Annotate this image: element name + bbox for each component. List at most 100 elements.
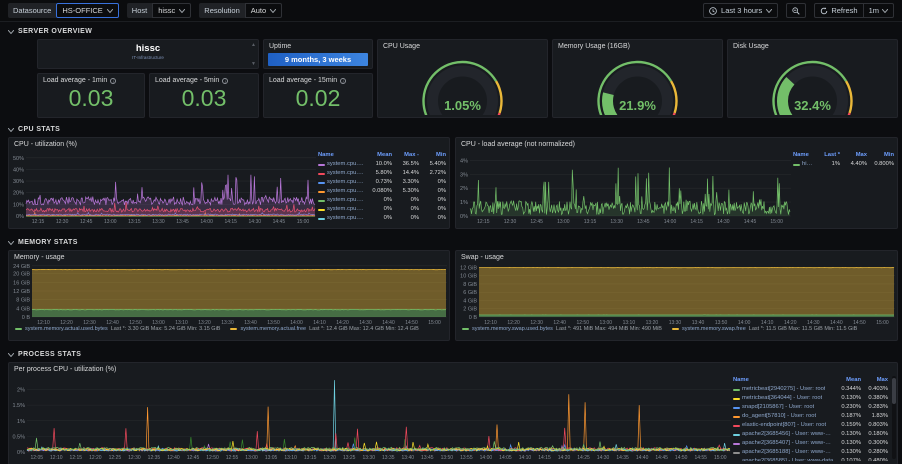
info-icon[interactable]: i — [222, 78, 228, 84]
legend-row[interactable]: apache2[368585] - User: www-data0.107%0.… — [733, 457, 888, 461]
legend-row[interactable]: system.cpu.softirq.pct0.73%3.30%0% — [318, 178, 446, 187]
legend-stat-value: 3.30% — [392, 178, 419, 187]
scrollbar-thumb[interactable] — [892, 378, 896, 404]
legend-column-header[interactable]: Name — [793, 151, 813, 160]
legend-row[interactable]: system.cpu.steal.pct0%0%0% — [318, 214, 446, 223]
panel-title[interactable]: Memory Usage (16GB) — [553, 40, 722, 51]
legend-row[interactable]: apache2[3685188] - User: www-data0.130%0… — [733, 448, 888, 457]
datasource-value: HS-OFFICE — [62, 6, 102, 15]
row-header-process-stats[interactable]: PROCESS STATS — [8, 349, 894, 360]
row-header-memory-stats[interactable]: MEMORY STATS — [8, 237, 894, 248]
series-name[interactable]: system.memory.actual.used.bytes — [25, 326, 108, 332]
swap-usage-chart[interactable]: 0 B2 GiB4 GiB6 GiB8 GiB10 GiB12 GiB12:10… — [456, 262, 897, 326]
legend-row[interactable]: hissc1%4.40%0.800% — [793, 160, 894, 169]
legend-item[interactable]: system.memory.swap.freeLast *: 11.5 GiB … — [672, 326, 857, 332]
legend-row[interactable]: system.cpu.nice.pct0%0%0% — [318, 205, 446, 214]
legend-item[interactable]: system.memory.actual.freeLast *: 12.4 Gi… — [230, 326, 418, 332]
panel-title[interactable]: Load average - 1mini — [38, 74, 144, 85]
legend-row[interactable]: apache2[3685407] - User: www-data0.130%0… — [733, 439, 888, 448]
panel-title[interactable]: CPU - load average (not normalized) — [456, 138, 897, 149]
panel-scrollbar[interactable]: ▲▼ — [250, 42, 257, 67]
legend-scrollbar[interactable] — [892, 376, 896, 459]
series-name[interactable]: system.cpu.nice.pct — [327, 205, 365, 214]
legend-stat-value: 1.83% — [861, 412, 888, 421]
series-name[interactable]: apache2[3685456] - User: www-data — [742, 430, 834, 439]
legend-item[interactable]: system.memory.swap.used.bytesLast *: 491… — [462, 326, 662, 332]
legend-column-header[interactable]: Max — [840, 151, 867, 160]
series-name[interactable]: metricbeat[364044] - User: root — [742, 394, 822, 403]
series-name[interactable]: system.memory.actual.free — [240, 326, 306, 332]
stat-value: 0.03 — [38, 85, 144, 111]
series-name[interactable]: system.cpu.softirq.pct — [327, 178, 365, 187]
legend-column-header[interactable]: Max - — [392, 151, 419, 160]
refresh-interval-select[interactable]: 1m — [863, 4, 893, 17]
panel-title[interactable]: CPU - utilization (%) — [9, 138, 449, 149]
panel-title[interactable]: CPU Usage — [378, 40, 547, 51]
panel-title[interactable]: Memory - usage — [9, 251, 449, 262]
series-name[interactable]: metricbeat[2940275] - User: root — [742, 385, 825, 394]
legend-row[interactable]: metricbeat[2940275] - User: root0.344%0.… — [733, 385, 888, 394]
panel-title[interactable]: Disk Usage — [728, 40, 897, 51]
series-name[interactable]: system.cpu.steal.pct — [327, 214, 365, 223]
legend-column-header[interactable]: Last * — [813, 151, 840, 160]
cpu-load-average-chart[interactable]: 0%1%2%3%4%12:1512:3012:4513:0013:1513:30… — [456, 149, 793, 225]
legend-row[interactable]: snapd[2105867] - User: root0.230%0.283% — [733, 403, 888, 412]
series-name[interactable]: apache2[3685407] - User: www-data — [742, 439, 834, 448]
legend-column-header[interactable]: Min — [419, 151, 446, 160]
series-name[interactable]: system.cpu.user.pct — [327, 160, 365, 169]
legend-column-header[interactable]: Mean — [365, 151, 392, 160]
legend-item[interactable]: system.memory.actual.used.bytesLast *: 3… — [15, 326, 220, 332]
resolution-select[interactable]: Auto — [245, 3, 282, 18]
series-name[interactable]: apache2[368585] - User: www-data — [742, 457, 833, 461]
legend-row[interactable]: elastic-endpoint[807] - User: root0.159%… — [733, 421, 888, 430]
series-name[interactable]: do_agent[57810] - User: root — [742, 412, 816, 421]
row-header-cpu-stats[interactable]: CPU STATS — [8, 124, 894, 135]
svg-text:15:00: 15:00 — [714, 455, 727, 461]
svg-text:40%: 40% — [13, 167, 24, 173]
row-header-server-overview[interactable]: SERVER OVERVIEW — [8, 26, 894, 37]
host-subtitle[interactable]: IT-Infrastructure — [38, 55, 258, 60]
series-name[interactable]: system.cpu.iowait.pct — [327, 187, 365, 196]
zoom-out-button[interactable] — [786, 3, 806, 18]
panel-title[interactable]: Uptime — [264, 40, 372, 51]
host-select[interactable]: hissc — [152, 3, 191, 18]
series-name[interactable]: snapd[2105867] - User: root — [742, 403, 814, 412]
legend-row[interactable]: do_agent[57810] - User: root0.187%1.83% — [733, 412, 888, 421]
panel-title[interactable]: Load average - 15mini — [264, 74, 372, 85]
panel-title[interactable]: Load average - 5mini — [150, 74, 258, 85]
legend-column-header[interactable]: Name — [733, 376, 834, 385]
legend-column-header[interactable]: Min — [867, 151, 894, 160]
legend-row[interactable]: system.cpu.system.pct5.80%14.4%2.72% — [318, 169, 446, 178]
legend-column-header[interactable]: Max — [861, 376, 888, 385]
refresh-button[interactable]: Refresh — [815, 4, 862, 17]
series-name[interactable]: system.memory.swap.free — [682, 326, 746, 332]
time-range-picker[interactable]: Last 3 hours — [703, 3, 778, 18]
panel-title-text: Load average - 5min — [155, 77, 219, 84]
series-name[interactable]: hissc — [802, 160, 813, 169]
legend-row[interactable]: system.cpu.iowait.pct0.080%5.30%0% — [318, 187, 446, 196]
legend-row[interactable]: system.cpu.irq.pct0%0%0% — [318, 196, 446, 205]
per-process-cpu-chart[interactable]: 0%0.5%1%1.5%2%12:0512:1012:1512:2012:251… — [9, 374, 733, 461]
svg-text:14:45: 14:45 — [273, 219, 286, 225]
series-name[interactable]: elastic-endpoint[807] - User: root — [742, 421, 826, 430]
svg-text:2 GiB: 2 GiB — [463, 307, 477, 313]
series-name[interactable]: system.memory.swap.used.bytes — [472, 326, 553, 332]
legend-column-header[interactable]: Mean — [834, 376, 861, 385]
svg-text:12:45: 12:45 — [80, 219, 93, 225]
series-name[interactable]: system.cpu.system.pct — [327, 169, 365, 178]
legend-column-header[interactable]: Name — [318, 151, 365, 160]
svg-text:12:05: 12:05 — [31, 455, 44, 461]
panel-title[interactable]: Per process CPU - utilization (%) — [9, 363, 897, 374]
info-icon[interactable]: i — [110, 78, 116, 84]
legend-row[interactable]: metricbeat[364044] - User: root0.130%0.3… — [733, 394, 888, 403]
series-name[interactable]: apache2[3685188] - User: www-data — [742, 448, 834, 457]
panel-title[interactable]: Swap - usage — [456, 251, 897, 262]
memory-usage-chart[interactable]: 0 B4 GiB8 GiB12 GiB16 GiB20 GiB24 GiB12:… — [9, 262, 449, 326]
series-name[interactable]: system.cpu.irq.pct — [327, 196, 365, 205]
legend-row[interactable]: system.cpu.user.pct10.0%36.5%5.40% — [318, 160, 446, 169]
cpu-utilization-chart[interactable]: 0%10%20%30%40%50%12:1512:3012:4513:0013:… — [9, 149, 318, 225]
datasource-select[interactable]: HS-OFFICE — [56, 3, 118, 18]
info-icon[interactable]: i — [340, 78, 346, 84]
svg-text:3%: 3% — [460, 172, 468, 178]
legend-row[interactable]: apache2[3685456] - User: www-data0.130%0… — [733, 430, 888, 439]
